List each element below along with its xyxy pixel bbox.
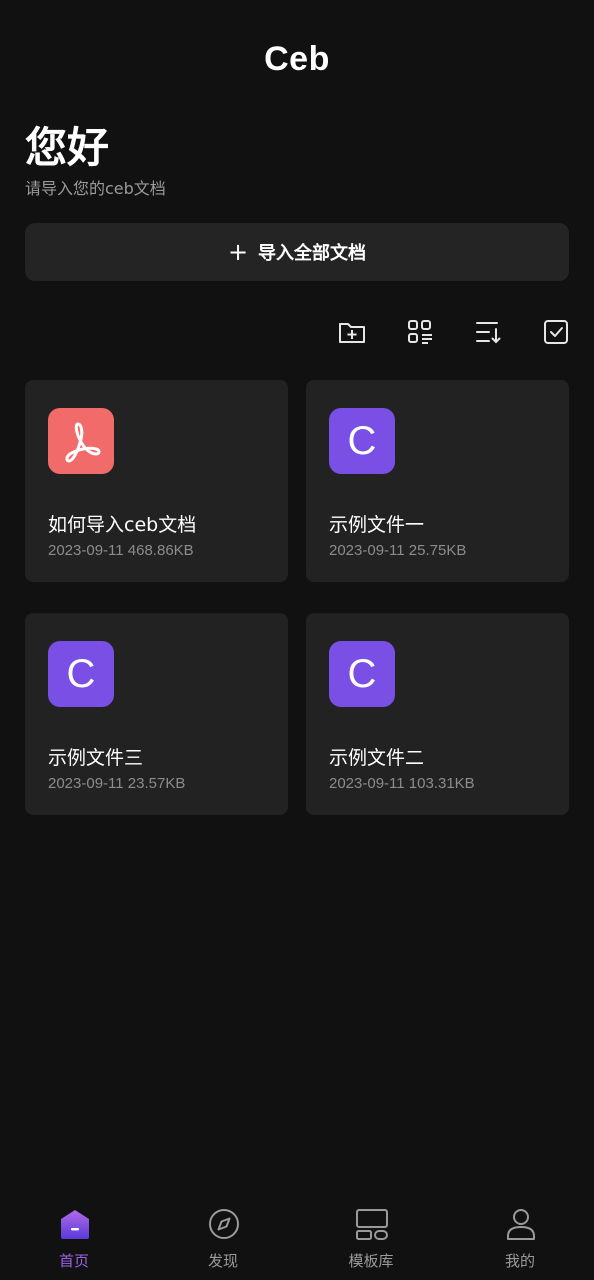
tab-profile[interactable]: 我的 xyxy=(460,1205,580,1275)
profile-icon xyxy=(507,1209,535,1240)
compass-icon xyxy=(209,1209,239,1239)
grid-view-icon[interactable] xyxy=(404,316,436,348)
tab-label: 我的 xyxy=(504,1252,535,1270)
file-meta: 2023-09-11 103.31KB xyxy=(329,775,475,792)
sort-icon[interactable] xyxy=(472,316,504,348)
import-button-label: 导入全部文档 xyxy=(258,243,367,264)
file-name: 示例文件一 xyxy=(329,514,425,536)
file-card[interactable]: 如何导入ceb文档 2023-09-11 468.86KB xyxy=(25,380,288,582)
ceb-file-icon: C xyxy=(329,408,395,474)
plus-icon: + xyxy=(227,238,249,266)
template-icon xyxy=(356,1209,388,1240)
import-all-documents-button[interactable]: + 导入全部文档 xyxy=(25,223,569,281)
file-name: 如何导入ceb文档 xyxy=(48,514,197,536)
tab-templates[interactable]: 模板库 xyxy=(311,1205,431,1275)
tab-home[interactable]: 首页 xyxy=(14,1205,134,1275)
file-meta: 2023-09-11 25.75KB xyxy=(329,542,467,559)
greeting-heading: 您好 xyxy=(25,123,110,172)
file-name: 示例文件二 xyxy=(329,747,425,769)
bottom-tab-bar: 首页 发现 模板库 我的 xyxy=(0,1195,594,1280)
file-toolbar xyxy=(0,316,594,348)
file-card[interactable]: C 示例文件一 2023-09-11 25.75KB xyxy=(306,380,569,582)
ceb-file-icon: C xyxy=(329,641,395,707)
ceb-file-icon: C xyxy=(48,641,114,707)
greeting-subtitle: 请导入您的ceb文档 xyxy=(25,179,166,198)
tab-label: 首页 xyxy=(58,1252,89,1270)
tab-label: 模板库 xyxy=(348,1252,394,1270)
home-icon xyxy=(61,1210,89,1239)
tab-label: 发现 xyxy=(207,1252,238,1270)
file-card[interactable]: C 示例文件三 2023-09-11 23.57KB xyxy=(25,613,288,815)
file-name: 示例文件三 xyxy=(48,747,144,769)
file-meta: 2023-09-11 23.57KB xyxy=(48,775,186,792)
file-card[interactable]: C 示例文件二 2023-09-11 103.31KB xyxy=(306,613,569,815)
app-title: Ceb xyxy=(264,40,330,78)
new-folder-icon[interactable] xyxy=(336,316,368,348)
pdf-file-icon xyxy=(48,408,114,474)
tab-discover[interactable]: 发现 xyxy=(163,1205,283,1275)
file-meta: 2023-09-11 468.86KB xyxy=(48,542,194,559)
select-checkbox-icon[interactable] xyxy=(540,316,572,348)
